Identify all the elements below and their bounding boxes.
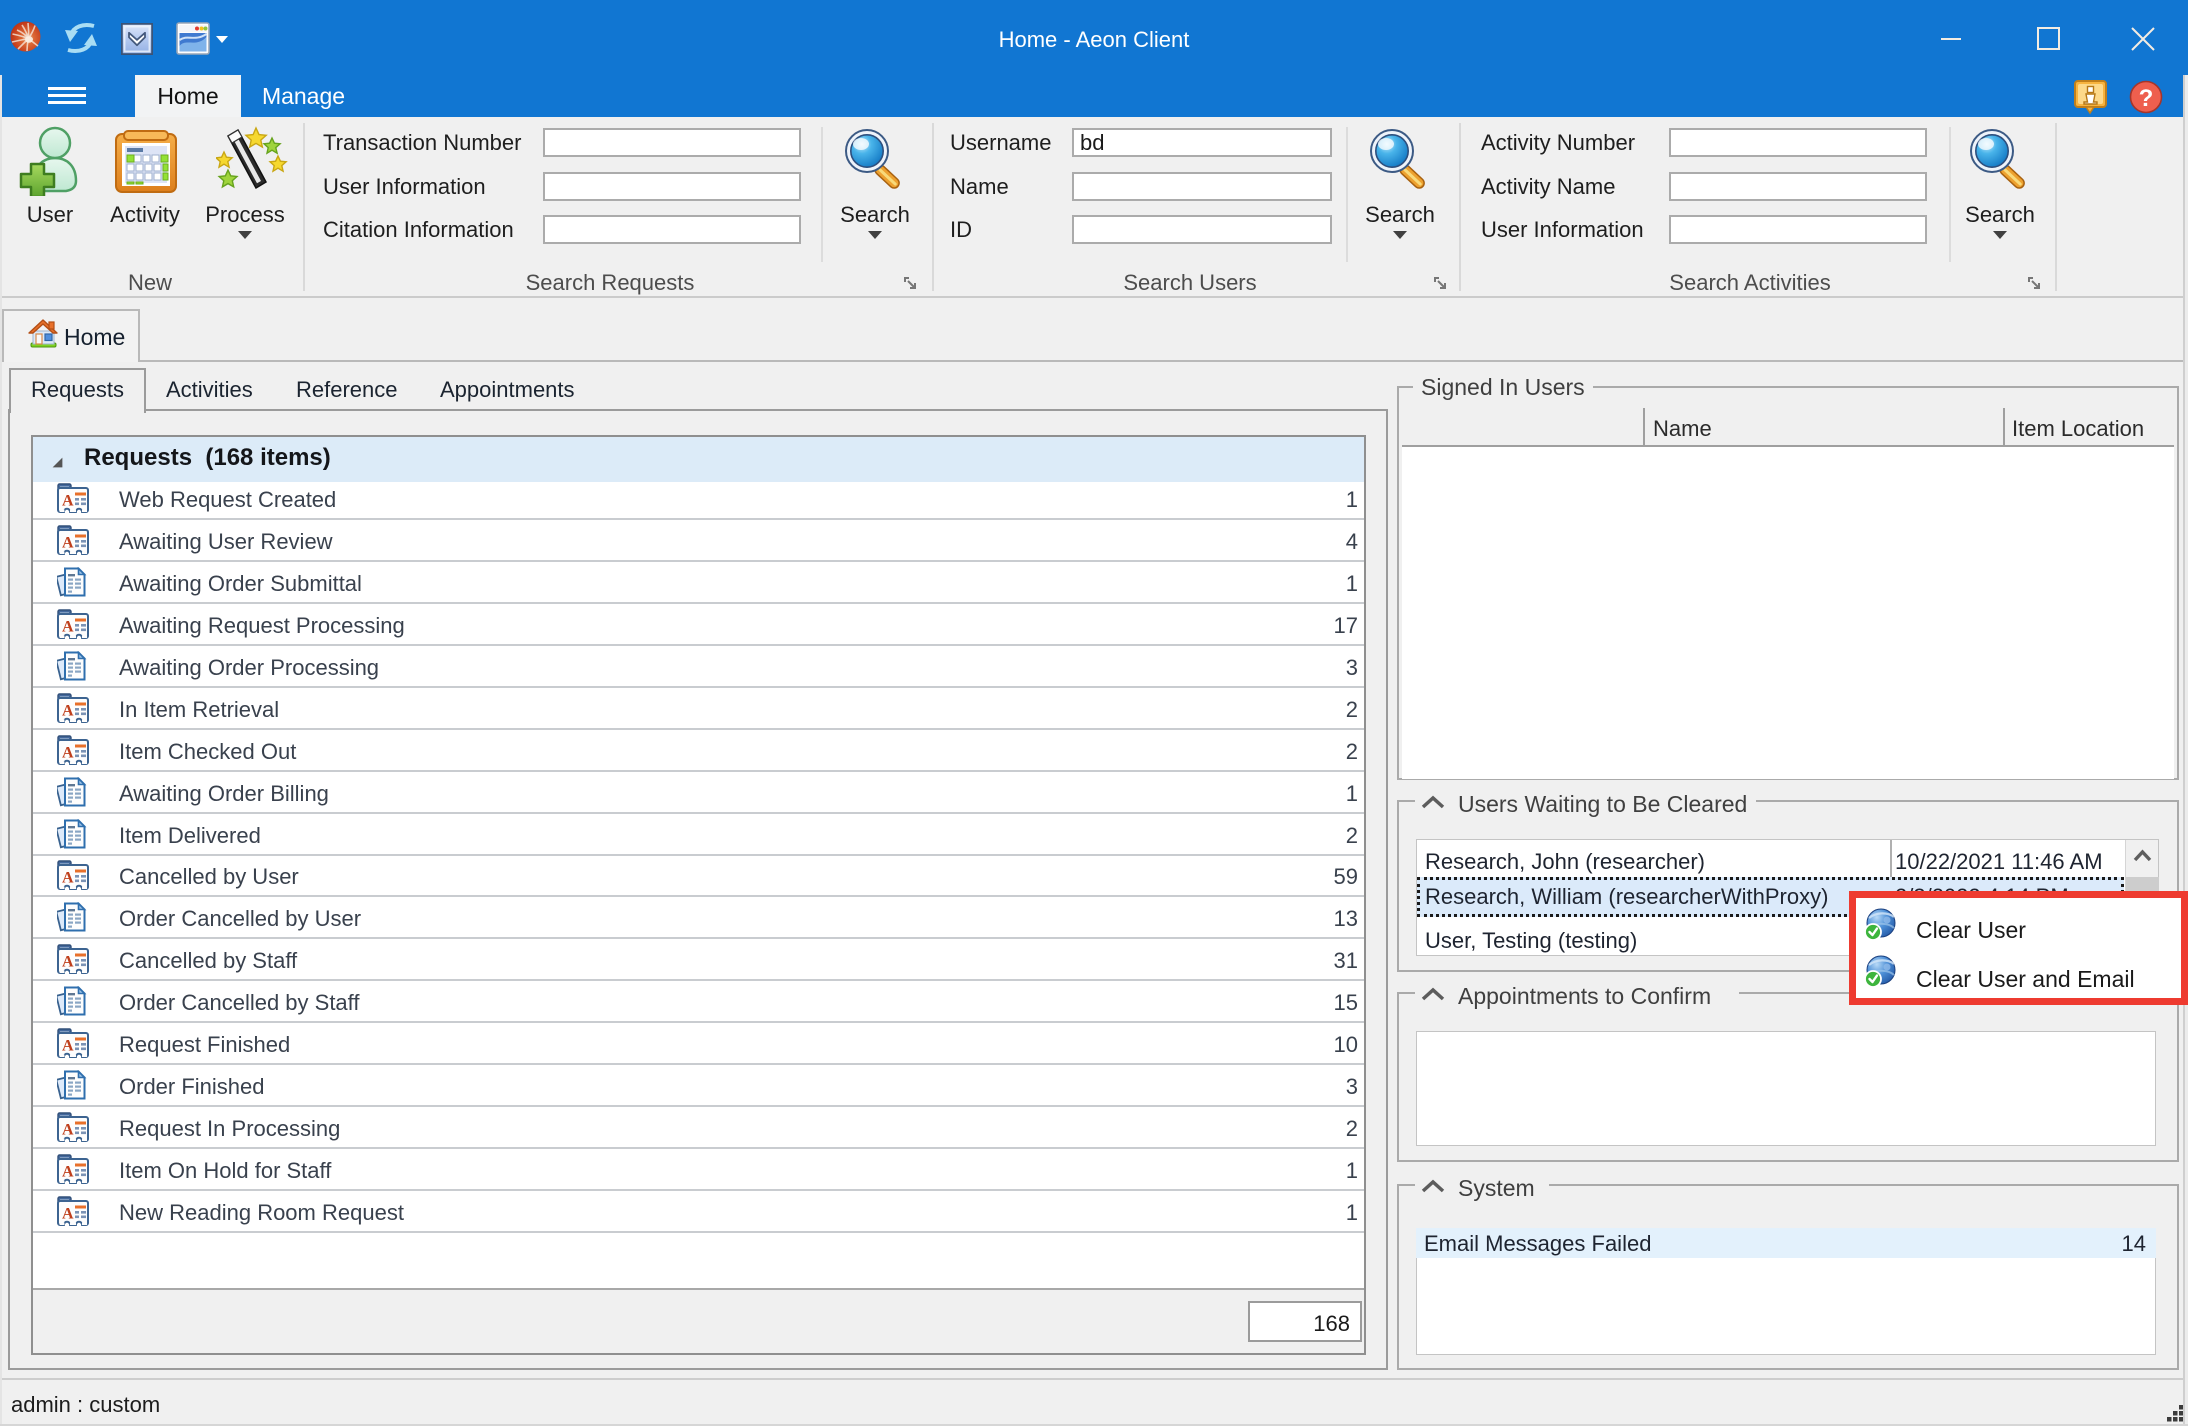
svg-text:?: ? xyxy=(2139,85,2154,112)
